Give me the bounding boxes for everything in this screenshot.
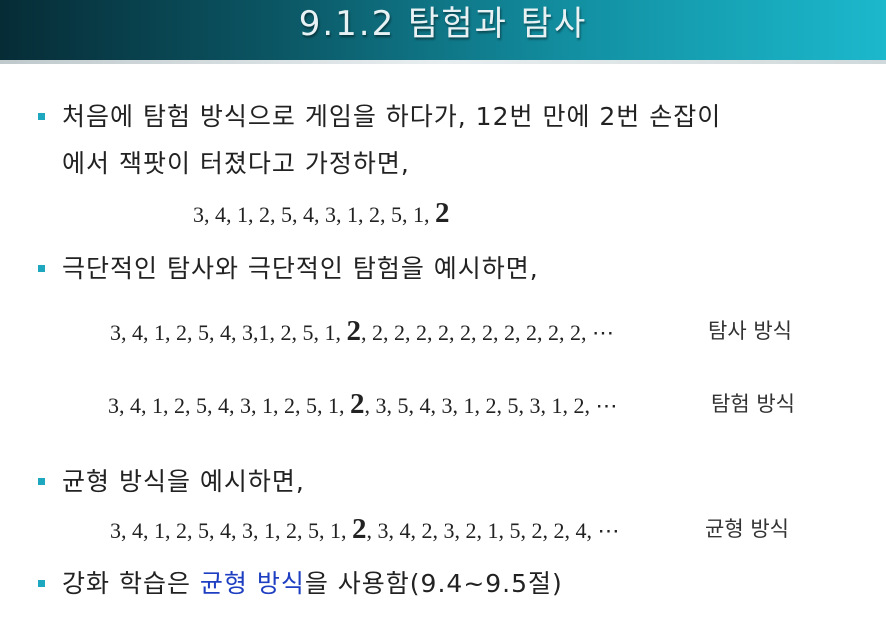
explore-label: 탐험 방식 xyxy=(711,392,795,416)
sequence-explore: 3, 4, 1, 2, 5, 4, 3, 1, 2, 5, 1, 2, 3, 5… xyxy=(108,389,618,421)
sequence-initial-jackpot: 2 xyxy=(435,197,450,229)
bullet-marker xyxy=(38,265,45,272)
balanced-label: 균형 방식 xyxy=(705,517,789,541)
bullet-2-text: 극단적인 탐사와 극단적인 탐험을 예시하면, xyxy=(62,254,539,283)
bullet-1-line-2: 에서 잭팟이 터졌다고 가정하면, xyxy=(62,149,410,178)
sequence-explore-suffix: , 3, 5, 4, 3, 1, 2, 5, 3, 1, 2, ⋯ xyxy=(364,393,618,418)
sequence-exploit-jackpot: 2 xyxy=(346,315,362,347)
sequence-exploit-prefix: 3, 4, 1, 2, 5, 4, 3,1, 2, 5, 1, xyxy=(110,320,347,345)
bullet-4-post: 을 사용함(9.4~9.5절) xyxy=(304,569,563,598)
slide-title: 9.1.2 탐험과 탐사 xyxy=(298,4,588,44)
bullet-marker xyxy=(38,478,45,485)
bullet-4-pre: 강화 학습은 xyxy=(62,569,200,598)
sequence-initial-values: 3, 4, 1, 2, 5, 4, 3, 1, 2, 5, 1, xyxy=(193,202,435,227)
sequence-explore-jackpot: 2 xyxy=(350,388,365,420)
sequence-initial: 3, 4, 1, 2, 5, 4, 3, 1, 2, 5, 1, 2 xyxy=(193,198,450,230)
sequence-exploit-suffix: , 2, 2, 2, 2, 2, 2, 2, 2, 2, 2, ⋯ xyxy=(361,320,614,345)
sequence-balanced-suffix: , 3, 4, 2, 3, 2, 1, 5, 2, 2, 4, ⋯ xyxy=(366,518,620,543)
sequence-balanced-prefix: 3, 4, 1, 2, 5, 4, 3, 1, 2, 5, 1, xyxy=(110,518,352,543)
sequence-balanced-jackpot: 2 xyxy=(352,513,367,545)
bullet-1-line-1: 처음에 탐험 방식으로 게임을 하다가, 12번 만에 2번 손잡이 xyxy=(62,102,722,131)
sequence-balanced: 3, 4, 1, 2, 5, 4, 3, 1, 2, 5, 1, 2, 3, 4… xyxy=(110,514,620,546)
exploit-label: 탐사 방식 xyxy=(708,319,792,343)
bullet-marker xyxy=(38,580,45,587)
sequence-explore-prefix: 3, 4, 1, 2, 5, 4, 3, 1, 2, 5, 1, xyxy=(108,393,350,418)
bullet-4-text: 강화 학습은 균형 방식을 사용함(9.4~9.5절) xyxy=(62,567,563,601)
bullet-4-highlight: 균형 방식 xyxy=(199,569,305,598)
title-divider xyxy=(0,60,886,64)
bullet-marker xyxy=(38,113,45,120)
sequence-exploit: 3, 4, 1, 2, 5, 4, 3,1, 2, 5, 1, 2, 2, 2,… xyxy=(110,316,614,348)
bullet-3-text: 균형 방식을 예시하면, xyxy=(62,467,305,496)
